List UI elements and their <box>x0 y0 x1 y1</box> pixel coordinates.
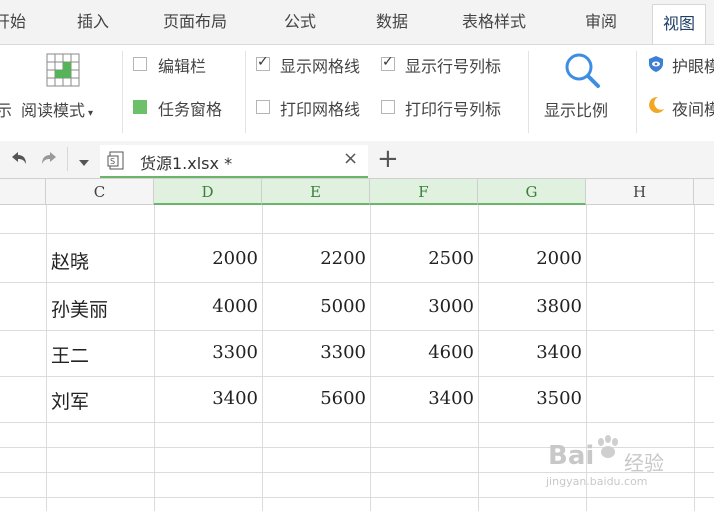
dropdown-arrow-icon[interactable] <box>78 153 90 166</box>
row-line <box>0 376 714 377</box>
col-line <box>694 205 695 511</box>
column-header-e[interactable]: E <box>262 179 370 205</box>
edit-bar-checkbox[interactable] <box>133 57 147 71</box>
tab-formula[interactable]: 公式 <box>284 0 316 44</box>
name-cell[interactable]: 王二 <box>51 341 89 368</box>
value-cell-f[interactable]: 3400 <box>374 388 474 409</box>
svg-text:S: S <box>110 157 115 166</box>
value-cell-e[interactable]: 2200 <box>266 248 366 269</box>
task-pane-checkbox[interactable] <box>133 100 147 114</box>
value-cell-e[interactable]: 5000 <box>266 296 366 317</box>
tab-page-layout[interactable]: 页面布局 <box>163 0 227 44</box>
col-line <box>478 205 479 511</box>
column-header-h[interactable]: H <box>586 179 694 205</box>
row-line <box>0 472 714 473</box>
value-cell-d[interactable]: 3300 <box>158 342 258 363</box>
tab-view[interactable]: 视图 <box>652 4 707 46</box>
col-line <box>370 205 371 511</box>
column-header-next[interactable] <box>694 179 714 205</box>
col-line <box>262 205 263 511</box>
toolbar-divider <box>67 147 68 171</box>
moon-icon <box>646 95 666 115</box>
value-cell-g[interactable]: 2000 <box>482 248 582 269</box>
value-cell-d[interactable]: 2000 <box>158 248 258 269</box>
print-gridlines-checkbox[interactable] <box>256 100 270 114</box>
name-cell[interactable]: 孙美丽 <box>51 295 108 322</box>
column-header-blank[interactable] <box>0 179 46 205</box>
magnifier-icon[interactable] <box>562 51 602 91</box>
show-row-col-checkbox[interactable] <box>381 54 395 71</box>
spreadsheet-file-icon: S <box>107 151 125 171</box>
task-pane-label: 任务窗格 <box>158 100 223 119</box>
redo-icon[interactable] <box>40 151 58 167</box>
row-line <box>0 282 714 283</box>
value-cell-g[interactable]: 3800 <box>482 296 582 317</box>
ribbon-divider <box>528 51 529 133</box>
value-cell-f[interactable]: 3000 <box>374 296 474 317</box>
column-header-d[interactable]: D <box>154 179 262 205</box>
reading-mode-button[interactable]: 阅读模式 ▾ <box>21 97 93 121</box>
file-tab-bar: S 货源1.xlsx * × + <box>0 141 714 179</box>
value-cell-e[interactable]: 5600 <box>266 388 366 409</box>
col-line <box>154 205 155 511</box>
close-icon[interactable]: × <box>343 148 358 169</box>
zoom-button[interactable]: 显示比例 <box>544 97 608 121</box>
undo-icon[interactable] <box>10 151 28 167</box>
print-row-col-checkbox[interactable] <box>381 100 395 114</box>
tab-insert[interactable]: 插入 <box>77 0 109 44</box>
print-row-col-label: 打印行号列标 <box>405 100 502 119</box>
value-cell-g[interactable]: 3400 <box>482 342 582 363</box>
add-tab-icon[interactable]: + <box>377 141 399 177</box>
col-line <box>46 205 47 511</box>
eye-protect-button[interactable]: 护眼模 <box>672 53 714 77</box>
file-tab[interactable]: S 货源1.xlsx * × <box>100 145 368 178</box>
print-gridlines-label: 打印网格线 <box>280 100 361 119</box>
column-header-g[interactable]: G <box>478 179 586 205</box>
name-cell[interactable]: 赵晓 <box>51 247 89 274</box>
row-line <box>0 497 714 498</box>
ribbon-view: 示 阅读模式▾ 编辑栏 任务窗格 显示网格线 打印网格线 显示行号列标 打印行号… <box>0 44 714 142</box>
night-mode-button[interactable]: 夜间模 <box>672 96 714 120</box>
edit-bar-label: 编辑栏 <box>158 57 207 76</box>
column-header-f[interactable]: F <box>370 179 478 205</box>
value-cell-e[interactable]: 3300 <box>266 342 366 363</box>
tab-data[interactable]: 数据 <box>376 0 408 44</box>
name-cell[interactable]: 刘军 <box>51 387 89 414</box>
watermark-url: jingyan.baidu.com <box>546 475 648 488</box>
row-line <box>0 233 714 234</box>
watermark-brand: Bai <box>548 441 595 471</box>
show-gridlines-label: 显示网格线 <box>280 57 361 76</box>
tab-home[interactable]: 开始 <box>0 0 26 44</box>
value-cell-g[interactable]: 3500 <box>482 388 582 409</box>
row-line <box>0 330 714 331</box>
ribbon-divider <box>122 51 123 133</box>
chevron-down-icon: ▾ <box>88 108 94 119</box>
column-header-c[interactable]: C <box>46 179 154 205</box>
ribbon-divider <box>245 51 246 133</box>
show-gridlines-checkbox[interactable] <box>256 54 270 71</box>
reading-mode-icon[interactable] <box>46 53 80 87</box>
value-cell-f[interactable]: 2500 <box>374 248 474 269</box>
value-cell-d[interactable]: 4000 <box>158 296 258 317</box>
shield-icon <box>648 55 664 73</box>
value-cell-d[interactable]: 3400 <box>158 388 258 409</box>
watermark-brand-cn: 经验 <box>624 451 664 475</box>
spreadsheet-grid: C D E F G H 赵晓 2000 2200 2500 2000 孙美丽 4… <box>0 179 714 511</box>
value-cell-f[interactable]: 4600 <box>374 342 474 363</box>
paw-icon <box>595 435 621 461</box>
tab-table-style[interactable]: 表格样式 <box>462 0 526 44</box>
ribbon-divider <box>636 51 637 133</box>
row-line <box>0 422 714 423</box>
show-row-col-label: 显示行号列标 <box>405 57 502 76</box>
tab-review[interactable]: 审阅 <box>585 0 617 44</box>
menu-tab-bar: 开始 插入 页面布局 公式 数据 表格样式 审阅 视图 <box>0 0 714 46</box>
file-name: 货源1.xlsx * <box>140 154 233 173</box>
fullscreen-label-partial[interactable]: 示 <box>0 97 12 121</box>
